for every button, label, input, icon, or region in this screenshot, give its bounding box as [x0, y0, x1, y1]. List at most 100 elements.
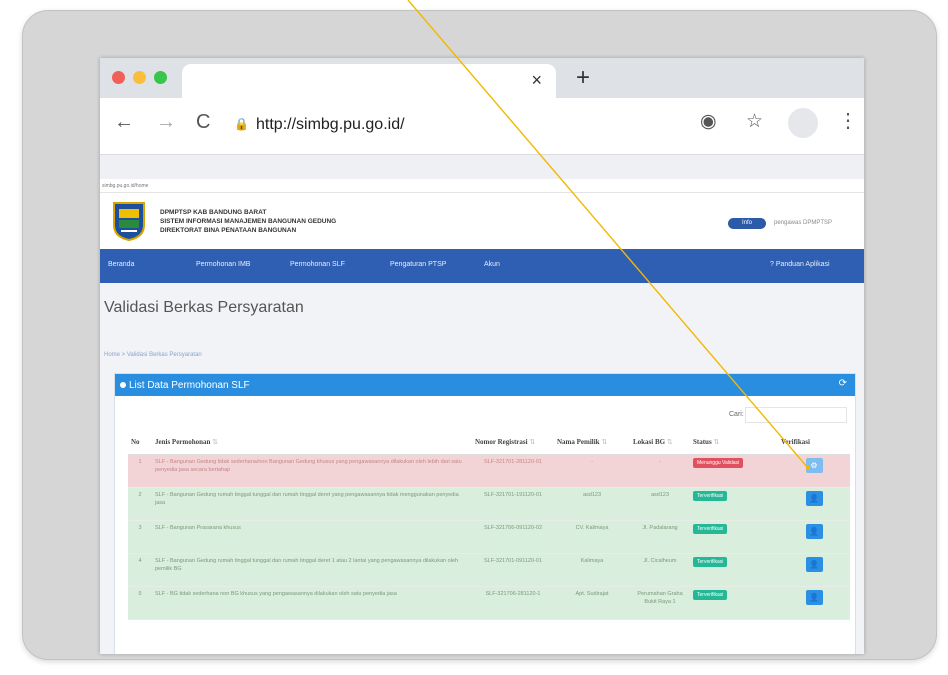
cell-lokasi: Jl. Cicalheum — [630, 553, 690, 587]
url-text[interactable]: http://simbg.pu.go.id/ — [256, 116, 405, 134]
view-user-button[interactable]: 👤 — [805, 590, 823, 605]
cell-jenis: SLF - Bangunan Gedung rumah tinggal tung… — [152, 487, 472, 521]
table-row: 1 SLF - Bangunan Gedung tidak sederhana/… — [128, 454, 850, 488]
browser-tab[interactable]: × — [182, 64, 556, 98]
verify-button[interactable]: ⚙ — [805, 458, 823, 473]
minimize-window-dot[interactable] — [133, 71, 146, 84]
cell-pemilik: - — [554, 454, 630, 488]
bookmark-bar-gap — [100, 155, 864, 179]
nav-beranda[interactable]: Beranda — [108, 261, 134, 268]
new-tab-icon[interactable]: + — [576, 64, 590, 92]
status-badge: Terverifikasi — [693, 491, 728, 501]
bullet-icon — [120, 382, 126, 388]
cell-reg: SLF-321706-281120-1 — [472, 586, 554, 620]
search-input[interactable] — [745, 407, 847, 423]
cell-status: Menunggu Validasi — [690, 454, 778, 488]
nav-pengaturan-ptsp[interactable]: Pengaturan PTSP — [390, 261, 446, 268]
cell-pemilik: Kalimaya — [554, 553, 630, 587]
col-verifikasi[interactable]: Verifikasi — [778, 430, 850, 455]
cell-no: 3 — [128, 520, 152, 554]
cell-verifikasi: 👤 — [778, 553, 850, 587]
col-jenis[interactable]: Jenis Permohonan ⇅ — [152, 430, 472, 455]
user-menu[interactable]: pengawas DPMPTSP — [774, 218, 832, 229]
web-page: simbg.pu.go.id/home DPMPTSP KAB BANDUNG … — [100, 179, 864, 654]
panel-title: List Data Permohonan SLF — [129, 380, 250, 391]
star-icon[interactable]: ☆ — [746, 110, 763, 133]
cell-jenis: SLF - Bangunan Prasarana khusus — [152, 520, 472, 554]
site-topstrip: simbg.pu.go.id/home — [100, 179, 864, 193]
cell-verifikasi: 👤 — [778, 586, 850, 620]
cell-status: Terverifikasi — [690, 586, 778, 620]
tab-bar: × + — [100, 58, 864, 98]
cell-no: 2 — [128, 487, 152, 521]
cell-pemilik: CV. Kalimaya — [554, 520, 630, 554]
page-title: Validasi Berkas Persyaratan — [104, 299, 304, 316]
cell-no: 4 — [128, 553, 152, 587]
cell-lokasi: Jl. Padalarang — [630, 520, 690, 554]
table-row: 3 SLF - Bangunan Prasarana khusus SLF-32… — [128, 520, 850, 554]
nav-permohonan-slf[interactable]: Permohonan SLF — [290, 261, 345, 268]
header-line-2: SISTEM INFORMASI MANAJEMEN BANGUNAN GEDU… — [160, 218, 337, 225]
nav-panduan-aplikasi[interactable]: ? Panduan Aplikasi — [770, 261, 830, 268]
status-badge: Menunggu Validasi — [693, 458, 744, 468]
close-window-dot[interactable] — [112, 71, 125, 84]
cell-lokasi: - — [630, 454, 690, 488]
site-header-text: DPMPTSP KAB BANDUNG BARAT SISTEM INFORMA… — [160, 208, 336, 235]
cell-no: 1 — [128, 454, 152, 488]
cell-reg: SLF-321706-091120-02 — [472, 520, 554, 554]
cell-reg: SLF-321701-091120-01 — [472, 553, 554, 587]
browser-toolbar: ← → C 🔒 http://simbg.pu.go.id/ ◉ ☆ ⋮ — [100, 98, 864, 155]
status-badge: Terverifikasi — [693, 590, 728, 600]
cell-lokasi: asd123 — [630, 487, 690, 521]
lock-icon: 🔒 — [234, 117, 249, 131]
table-row: 5 SLF - BG tidak sederhana non BG khusus… — [128, 586, 850, 620]
cell-status: Terverifikasi — [690, 520, 778, 554]
search-label: Cari: — [729, 411, 744, 418]
reload-icon[interactable]: C — [196, 111, 210, 134]
col-no[interactable]: No — [128, 430, 152, 455]
location-icon[interactable]: ◉ — [700, 110, 717, 133]
refresh-icon[interactable]: ⟳ — [839, 378, 847, 389]
col-lokasi[interactable]: Lokasi BG ⇅ — [630, 430, 690, 455]
breadcrumb[interactable]: Home > Validasi Berkas Persyaratan — [104, 352, 202, 358]
menu-icon[interactable]: ⋮ — [838, 108, 858, 133]
cell-jenis: SLF - Bangunan Gedung tidak sederhana/no… — [152, 454, 472, 488]
avatar[interactable] — [788, 108, 818, 138]
browser-window: × + ← → C 🔒 http://simbg.pu.go.id/ ◉ ☆ ⋮… — [100, 58, 864, 654]
view-user-button[interactable]: 👤 — [805, 491, 823, 506]
cell-pemilik: asd123 — [554, 487, 630, 521]
cell-lokasi: Perumahan Graha Bukit Raya 1 — [630, 586, 690, 620]
address-bar[interactable]: 🔒 http://simbg.pu.go.id/ — [226, 108, 756, 142]
cell-verifikasi: 👤 — [778, 487, 850, 521]
tab-close-icon[interactable]: × — [531, 70, 542, 91]
cell-no: 5 — [128, 586, 152, 620]
cell-verifikasi: ⚙ — [778, 454, 850, 488]
cell-reg: SLF-321701-191120-01 — [472, 487, 554, 521]
info-button[interactable]: Info — [728, 218, 766, 229]
maximize-window-dot[interactable] — [154, 71, 167, 84]
nav-permohonan-imb[interactable]: Permohonan IMB — [196, 261, 250, 268]
nav-akun[interactable]: Akun — [484, 261, 500, 268]
cell-status: Terverifikasi — [690, 487, 778, 521]
forward-icon[interactable]: → — [156, 111, 176, 134]
panel-header: List Data Permohonan SLF ⟳ — [115, 374, 855, 396]
cell-pemilik: Apt. Sudirajat — [554, 586, 630, 620]
cell-status: Terverifikasi — [690, 553, 778, 587]
data-panel: List Data Permohonan SLF ⟳ Cari: No Jeni… — [114, 373, 856, 654]
view-user-button[interactable]: 👤 — [805, 557, 823, 572]
slf-table: No Jenis Permohonan ⇅ Nomor Registrasi ⇅… — [128, 430, 850, 620]
col-nama-pemilik[interactable]: Nama Pemilik ⇅ — [554, 430, 630, 455]
site-header: DPMPTSP KAB BANDUNG BARAT SISTEM INFORMA… — [100, 193, 864, 249]
col-nomor-registrasi[interactable]: Nomor Registrasi ⇅ — [472, 430, 554, 455]
table-row: 4 SLF - Bangunan Gedung rumah tinggal tu… — [128, 553, 850, 587]
status-badge: Terverifikasi — [693, 524, 728, 534]
cell-jenis: SLF - Bangunan Gedung rumah tinggal tung… — [152, 553, 472, 587]
table-row: 2 SLF - Bangunan Gedung rumah tinggal tu… — [128, 487, 850, 521]
back-icon[interactable]: ← — [114, 111, 134, 134]
district-logo — [113, 202, 145, 241]
cell-jenis: SLF - BG tidak sederhana non BG khusus y… — [152, 586, 472, 620]
cell-verifikasi: 👤 — [778, 520, 850, 554]
status-badge: Terverifikasi — [693, 557, 728, 567]
view-user-button[interactable]: 👤 — [805, 524, 823, 539]
col-status[interactable]: Status ⇅ — [690, 430, 778, 455]
